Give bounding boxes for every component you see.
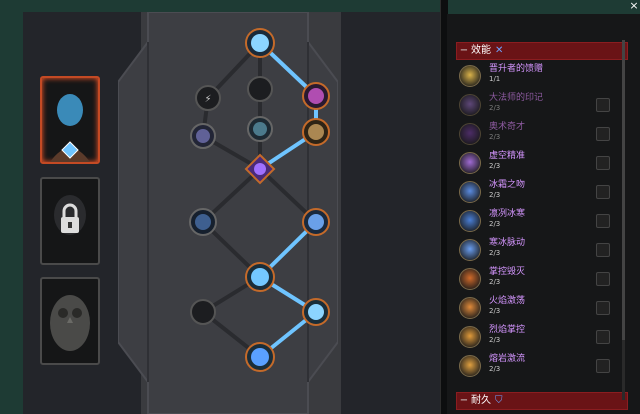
talent-icon [459,65,481,87]
talent-name: 晋升者的馈赠 [489,64,544,74]
talent-name: 大法师的印记 [489,93,544,103]
talent-icon [459,297,481,319]
talent-rank: 2/3 [489,365,501,373]
talent-rank: 2/3 [489,220,501,228]
talent-rank: 2/3 [489,133,501,141]
section-header-efficacy[interactable]: − 效能 ✕ [456,42,628,60]
close-button[interactable]: × [628,0,640,12]
talent-name: 虚空精准 [489,151,526,161]
talent-node-mid-2[interactable] [247,116,273,142]
talent-rank: 2/3 [489,191,501,199]
talent-row[interactable]: 火焰激荡 2/3 [457,296,612,320]
hero-portrait-owl[interactable] [40,277,100,365]
hero-portrait-locked[interactable] [40,177,100,265]
talent-icon [459,152,481,174]
talent-row[interactable]: 寒冰脉动 2/3 [457,238,612,262]
talent-node-left-2[interactable] [190,123,216,149]
talent-rank: 1/1 [489,75,501,83]
talent-node-mid-1[interactable] [247,76,273,102]
talent-rank: 2/3 [489,249,501,257]
slot-icon[interactable] [596,127,610,141]
talent-row[interactable]: 熔岩激流 2/3 [457,354,612,378]
talent-name: 冰霜之吻 [489,180,526,190]
slot-icon[interactable] [596,98,610,112]
talent-name: 凛冽冰寒 [489,209,526,219]
shield-icon: ⛉ [495,395,503,406]
collapse-icon: − [459,45,469,56]
talent-rank: 2/3 [489,162,501,170]
talent-row[interactable]: 虚空精准 2/3 [457,151,612,175]
talent-node-left-3[interactable] [189,208,217,236]
talent-name: 奥术奇才 [489,122,526,132]
talent-node-left-4[interactable] [190,299,216,325]
talent-name: 寒冰脉动 [489,238,526,248]
talent-node-right-3[interactable] [302,208,330,236]
hero-face-icon [50,94,90,162]
talent-icon [459,268,481,290]
slot-icon[interactable] [596,330,610,344]
talent-row[interactable]: 奥术奇才 2/3 [457,122,612,146]
scrollbar-thumb[interactable] [622,40,625,340]
talent-name: 掌控毁灭 [489,267,526,277]
talent-row[interactable]: 烈焰掌控 2/3 [457,325,612,349]
slot-icon[interactable] [596,214,610,228]
section-header-durability[interactable]: − 耐久 ⛉ [456,392,628,410]
talent-node-right-1[interactable] [302,82,330,110]
talent-node-right-2[interactable] [302,118,330,146]
talent-node-left-1[interactable]: ⚡ [195,85,221,111]
hero-portrait-active[interactable] [40,76,100,164]
talent-list-panel: − 效能 ✕ 晋升者的馈赠 1/1 大法师的印记 2/3 奥术奇才 2/3 虚空精准 2/3 冰霜之… [447,14,640,414]
talent-row[interactable]: 晋升者的馈赠 1/1 [457,64,612,88]
left-frame [0,0,23,414]
talent-node-bottom[interactable] [245,342,275,372]
lock-icon [54,195,86,235]
slot-icon[interactable] [596,272,610,286]
talent-icon [459,123,481,145]
talent-icon [459,210,481,232]
talent-node-mid-3[interactable] [245,262,275,292]
section-title: 耐久 [471,395,491,406]
talent-tree-panel: ⚡ [23,12,440,414]
talent-row[interactable]: 冰霜之吻 2/3 [457,180,612,204]
talent-icon [459,326,481,348]
talent-icon [459,181,481,203]
talent-icon [459,239,481,261]
owl-icon [50,295,90,351]
slot-icon[interactable] [596,185,610,199]
talent-name: 烈焰掌控 [489,325,526,335]
talent-node-root[interactable] [245,28,275,58]
slot-icon[interactable] [596,359,610,373]
scrollbar[interactable] [622,40,625,400]
talent-icon [459,355,481,377]
talent-name: 火焰激荡 [489,296,526,306]
slot-icon[interactable] [596,243,610,257]
talent-row[interactable]: 大法师的印记 2/3 [457,93,612,117]
cross-icon: ✕ [495,45,504,56]
talent-rank: 2/3 [489,104,501,112]
svg-text:⚡: ⚡ [204,94,211,105]
talent-rank: 2/3 [489,307,501,315]
talent-name: 熔岩激流 [489,354,526,364]
slot-icon[interactable] [596,301,610,315]
talent-icon [459,94,481,116]
talent-row[interactable]: 掌控毁灭 2/3 [457,267,612,291]
slot-icon[interactable] [596,156,610,170]
talent-rank: 2/3 [489,278,501,286]
collapse-icon: − [459,395,469,406]
section-title: 效能 [471,45,491,56]
talent-row[interactable]: 凛冽冰寒 2/3 [457,209,612,233]
talent-rank: 2/3 [489,336,501,344]
talent-node-right-4[interactable] [302,298,330,326]
